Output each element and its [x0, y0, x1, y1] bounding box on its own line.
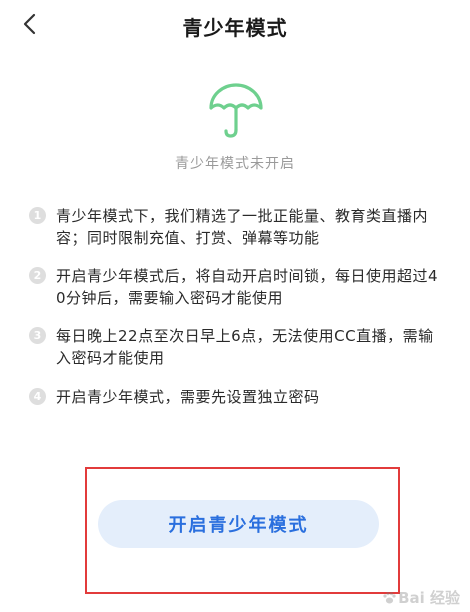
rule-text: 青少年模式下，我们精选了一批正能量、教育类直播内容；同时限制充值、打赏、弹幕等功… [56, 207, 429, 247]
umbrella-icon [209, 83, 263, 138]
rule-text: 开启青少年模式后，将自动开启时间锁，每日使用超过40分钟后，需要输入密码才能使用 [56, 267, 439, 307]
rule-text: 开启青少年模式，需要先设置独立密码 [56, 388, 320, 406]
page-title: 青少年模式 [182, 16, 288, 40]
top-bar: 青少年模式 [0, 0, 470, 48]
watermark: Bai 经验 [382, 587, 460, 608]
rule-text: 每日晚上22点至次日早上6点，无法使用CC直播，需输入密码才能使用 [56, 327, 434, 367]
rule-number-badge: 2 [29, 267, 46, 284]
mode-status-text: 青少年模式未开启 [175, 156, 295, 172]
rule-number-badge: 1 [29, 207, 46, 224]
enable-teen-mode-button[interactable]: 开启青少年模式 [98, 500, 379, 548]
rule-number-badge: 3 [29, 327, 46, 344]
rule-number-badge: 4 [29, 388, 46, 405]
watermark-text: Bai 经验 [398, 589, 460, 607]
paw-icon [383, 591, 396, 603]
